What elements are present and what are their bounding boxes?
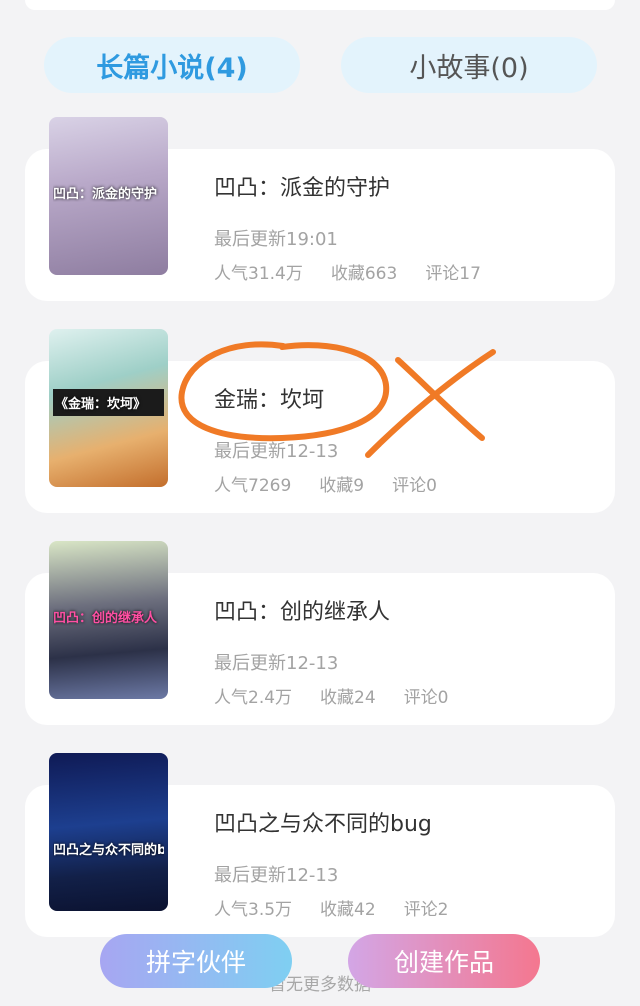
book-updated: 最后更新12-13 [214,441,339,462]
book-updated: 最后更新12-13 [214,865,339,886]
book-favorites: 收藏663 [330,264,398,284]
book-updated: 最后更新12-13 [214,653,339,674]
cover-title: 凹凸：派金的守护 [53,187,158,202]
previous-section-strip [25,0,615,10]
book-updated: 最后更新19:01 [214,229,338,250]
no-more-data-text: 暂无更多数据 [269,975,371,995]
book-popularity: 人气3.5万 [214,900,293,920]
book-title[interactable]: 金瑞：坎坷 [214,382,324,414]
book-stats: 人气31.4万 收藏663 评论17 [214,259,481,284]
book-popularity: 人气7269 [214,476,292,496]
book-comments: 评论0 [392,476,437,496]
cover-title: 《金瑞：坎坷》 [53,389,164,416]
tab-stories[interactable]: 小故事(0) [341,37,597,93]
book-title[interactable]: 凹凸之与众不同的bug [214,806,432,838]
tab-novels[interactable]: 长篇小说(4) [44,37,300,93]
book-stats: 人气7269 收藏9 评论0 [214,471,437,496]
book-stats: 人气3.5万 收藏42 评论2 [214,895,449,920]
book-stats: 人气2.4万 收藏24 评论0 [214,683,449,708]
book-popularity: 人气2.4万 [214,688,293,708]
cover-title: 凹凸：创的继承人 [53,611,158,626]
book-favorites: 收藏9 [319,476,365,496]
book-popularity: 人气31.4万 [214,264,303,284]
partner-button[interactable]: 拼字伙伴 [100,934,292,988]
book-comments: 评论2 [403,900,449,920]
book-title[interactable]: 凹凸：创的继承人 [214,594,390,626]
book-favorites: 收藏24 [320,688,376,708]
book-cover[interactable]: 凹凸：派金的守护 [49,117,168,275]
book-cover[interactable]: 《金瑞：坎坷》 [49,329,168,487]
book-comments: 评论17 [425,264,481,284]
cover-title: 凹凸之与众不同的bug [53,843,164,858]
book-cover[interactable]: 凹凸之与众不同的bug [49,753,168,911]
book-cover[interactable]: 凹凸：创的继承人 [49,541,168,699]
book-title[interactable]: 凹凸：派金的守护 [214,170,390,202]
create-work-button[interactable]: 创建作品 [348,934,540,988]
book-favorites: 收藏42 [320,900,376,920]
book-comments: 评论0 [403,688,449,708]
